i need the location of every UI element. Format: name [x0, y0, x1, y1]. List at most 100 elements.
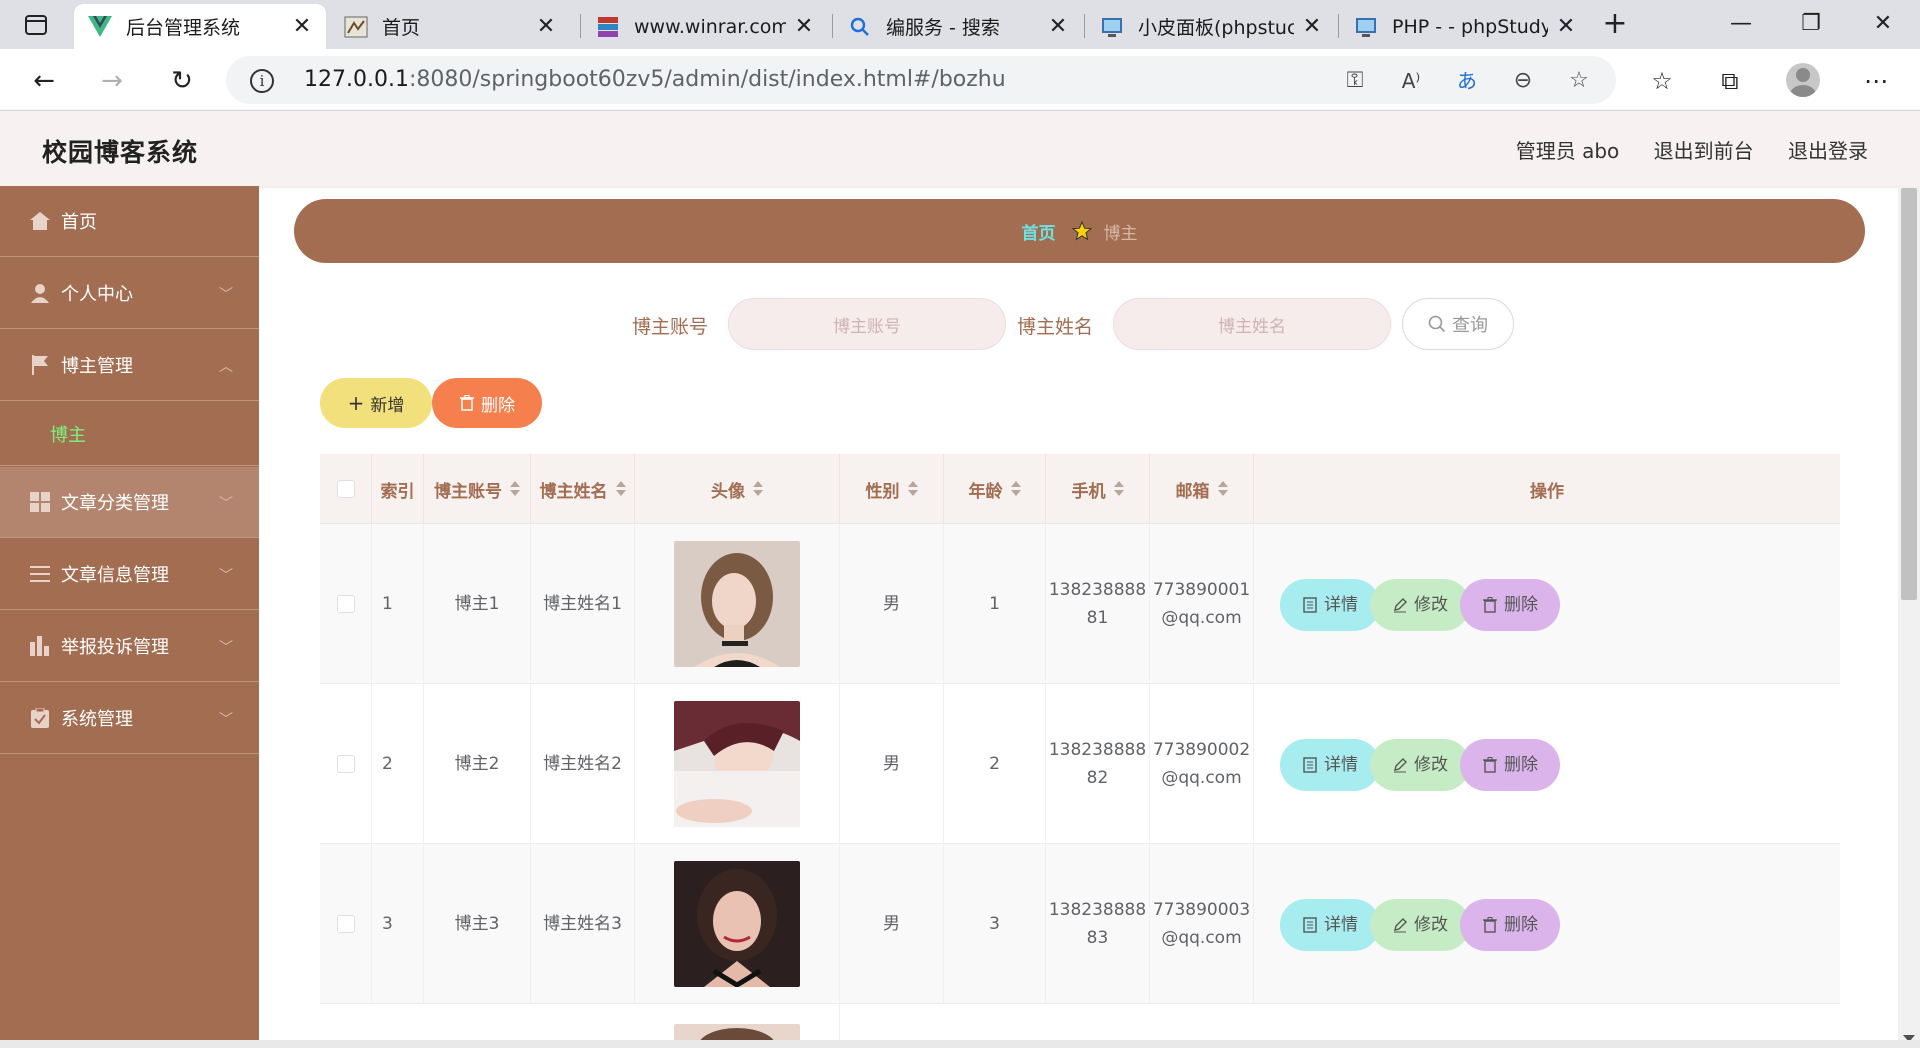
sidebar-item-system-management[interactable]: 系统管理 ﹀	[0, 683, 259, 754]
sort-icon[interactable]	[1113, 481, 1124, 497]
close-tab-icon[interactable]: ✕	[1556, 14, 1576, 39]
sidebar-item-report-management[interactable]: 举报投诉管理 ﹀	[0, 611, 259, 682]
tab-divider	[580, 14, 581, 38]
browser-tab-search[interactable]: 编服务 - 搜索 ✕	[834, 4, 1082, 49]
restore-icon[interactable]: ❐	[1786, 6, 1836, 42]
avatar-image[interactable]	[674, 541, 800, 667]
profile-avatar-icon[interactable]	[1786, 63, 1820, 97]
translate-icon[interactable]: あ	[1452, 66, 1482, 96]
new-tab-icon[interactable]: +	[1598, 8, 1632, 42]
sidebar-item-label: 文章信息管理	[61, 565, 169, 586]
browser-tab-phpstudy[interactable]: PHP - - phpStudy ✕	[1340, 4, 1590, 49]
forward-icon[interactable]: →	[94, 63, 130, 99]
delete-button[interactable]: 删除	[1460, 739, 1560, 791]
row-checkbox[interactable]	[336, 595, 355, 613]
detail-button-label: 详情	[1324, 755, 1358, 775]
front-page-link[interactable]: 退出到前台	[1654, 139, 1754, 163]
address-bar[interactable]: i 127.0.0.1:8080/springboot60zv5/admin/d…	[226, 56, 1616, 104]
browser-tab-winrar[interactable]: www.winrar.com.c ✕	[582, 4, 828, 49]
avatar-image[interactable]	[674, 701, 800, 827]
edit-button[interactable]: 修改	[1370, 739, 1470, 791]
sidebar-item-home[interactable]: 首页	[0, 186, 259, 257]
close-tab-icon[interactable]: ✕	[292, 14, 312, 39]
pencil-icon	[1394, 918, 1407, 933]
sidebar-item-profile[interactable]: 个人中心 ﹀	[0, 258, 259, 329]
detail-button[interactable]: 详情	[1280, 739, 1380, 791]
breadcrumb-home[interactable]: 首页	[1022, 219, 1056, 244]
back-icon[interactable]: ←	[26, 63, 62, 99]
close-tab-icon[interactable]: ✕	[1302, 14, 1322, 39]
close-window-icon[interactable]: ✕	[1858, 6, 1908, 42]
breadcrumb: 首页 博主	[294, 199, 1865, 263]
minimize-icon[interactable]: —	[1716, 6, 1766, 42]
reload-icon[interactable]: ↻	[164, 63, 200, 99]
sort-icon[interactable]	[1010, 481, 1021, 497]
read-aloud-icon[interactable]: A⁾	[1396, 66, 1426, 96]
edit-button[interactable]: 修改	[1370, 899, 1470, 951]
row-checkbox[interactable]	[336, 755, 355, 773]
tab-divider	[1084, 14, 1085, 38]
zoom-icon[interactable]: ⊖	[1508, 66, 1538, 96]
column-header-email[interactable]: 邮箱	[1150, 454, 1254, 524]
sort-icon[interactable]	[907, 481, 918, 497]
column-header-phone[interactable]: 手机	[1046, 454, 1150, 524]
tab-actions-icon[interactable]	[18, 12, 54, 38]
site-info-icon[interactable]: i	[250, 69, 274, 93]
close-tab-icon[interactable]: ✕	[794, 14, 814, 39]
sidebar-item-blogger-management[interactable]: 博主管理 ︿	[0, 330, 259, 401]
tab-title: 后台管理系统	[126, 17, 241, 39]
browser-tab-admin[interactable]: 后台管理系统 ✕	[74, 4, 326, 49]
browser-tab-home[interactable]: 首页 ✕	[330, 4, 570, 49]
account-cell: 博主1	[424, 524, 531, 684]
collections-icon[interactable]: ⧉	[1712, 63, 1748, 99]
gender-cell: 男	[840, 524, 944, 684]
sidebar-item-article-management[interactable]: 文章信息管理 ﹀	[0, 539, 259, 610]
sort-icon[interactable]	[1217, 481, 1228, 497]
app-header: 校园博客系统 管理员 abo 退出到前台 退出登录	[0, 111, 1920, 186]
close-tab-icon[interactable]: ✕	[1048, 14, 1068, 39]
sort-icon[interactable]	[510, 481, 520, 497]
sidebar-item-category-management[interactable]: 文章分类管理 ﹀	[0, 467, 259, 538]
column-header-index: 索引	[372, 454, 424, 524]
sort-icon[interactable]	[615, 481, 626, 497]
column-header-label: 头像	[711, 481, 745, 502]
key-icon[interactable]: ⚿	[1340, 66, 1370, 96]
browser-tab-phpstudy-panel[interactable]: 小皮面板(phpstuc ✕	[1086, 4, 1336, 49]
batch-delete-label: 删除	[481, 395, 515, 416]
column-header-avatar[interactable]: 头像	[635, 454, 840, 524]
add-favorite-icon[interactable]: ☆	[1564, 66, 1594, 96]
column-header-gender[interactable]: 性别	[840, 454, 944, 524]
page-scrollbar[interactable]	[1898, 186, 1920, 1048]
close-tab-icon[interactable]: ✕	[536, 14, 556, 39]
select-all-checkbox[interactable]	[336, 480, 355, 498]
sort-icon[interactable]	[753, 481, 763, 497]
column-header-age[interactable]: 年龄	[944, 454, 1046, 524]
edit-button-label: 修改	[1414, 755, 1448, 775]
logout-link[interactable]: 退出登录	[1788, 139, 1868, 163]
sidebar-subitem-blogger[interactable]: 博主	[0, 402, 259, 466]
row-select-cell	[320, 684, 372, 844]
row-select-cell	[320, 524, 372, 684]
delete-button[interactable]: 删除	[1460, 579, 1560, 631]
row-checkbox[interactable]	[336, 915, 355, 933]
email-cell: 773890001 @qq.com	[1150, 524, 1254, 684]
detail-button[interactable]: 详情	[1280, 579, 1380, 631]
edit-button[interactable]: 修改	[1370, 579, 1470, 631]
batch-delete-button[interactable]: 删除	[432, 378, 542, 428]
tab-divider	[1338, 14, 1339, 38]
vue-logo-icon	[88, 15, 112, 39]
add-button[interactable]: + 新增	[320, 378, 432, 428]
detail-button[interactable]: 详情	[1280, 899, 1380, 951]
query-button[interactable]: 查询	[1402, 298, 1514, 350]
column-header-name[interactable]: 博主姓名	[531, 454, 635, 524]
name-search-input[interactable]: 博主姓名	[1113, 298, 1391, 350]
column-header-account[interactable]: 博主账号	[424, 454, 531, 524]
document-icon	[1303, 757, 1317, 773]
more-menu-icon[interactable]: ⋯	[1858, 63, 1894, 99]
avatar-image[interactable]	[674, 861, 800, 987]
delete-button[interactable]: 删除	[1460, 899, 1560, 951]
account-search-input[interactable]: 博主账号	[728, 298, 1006, 350]
scrollbar-thumb[interactable]	[1901, 188, 1917, 600]
favorites-icon[interactable]: ☆	[1644, 63, 1680, 99]
email-cell: 773890002 @qq.com	[1150, 684, 1254, 844]
